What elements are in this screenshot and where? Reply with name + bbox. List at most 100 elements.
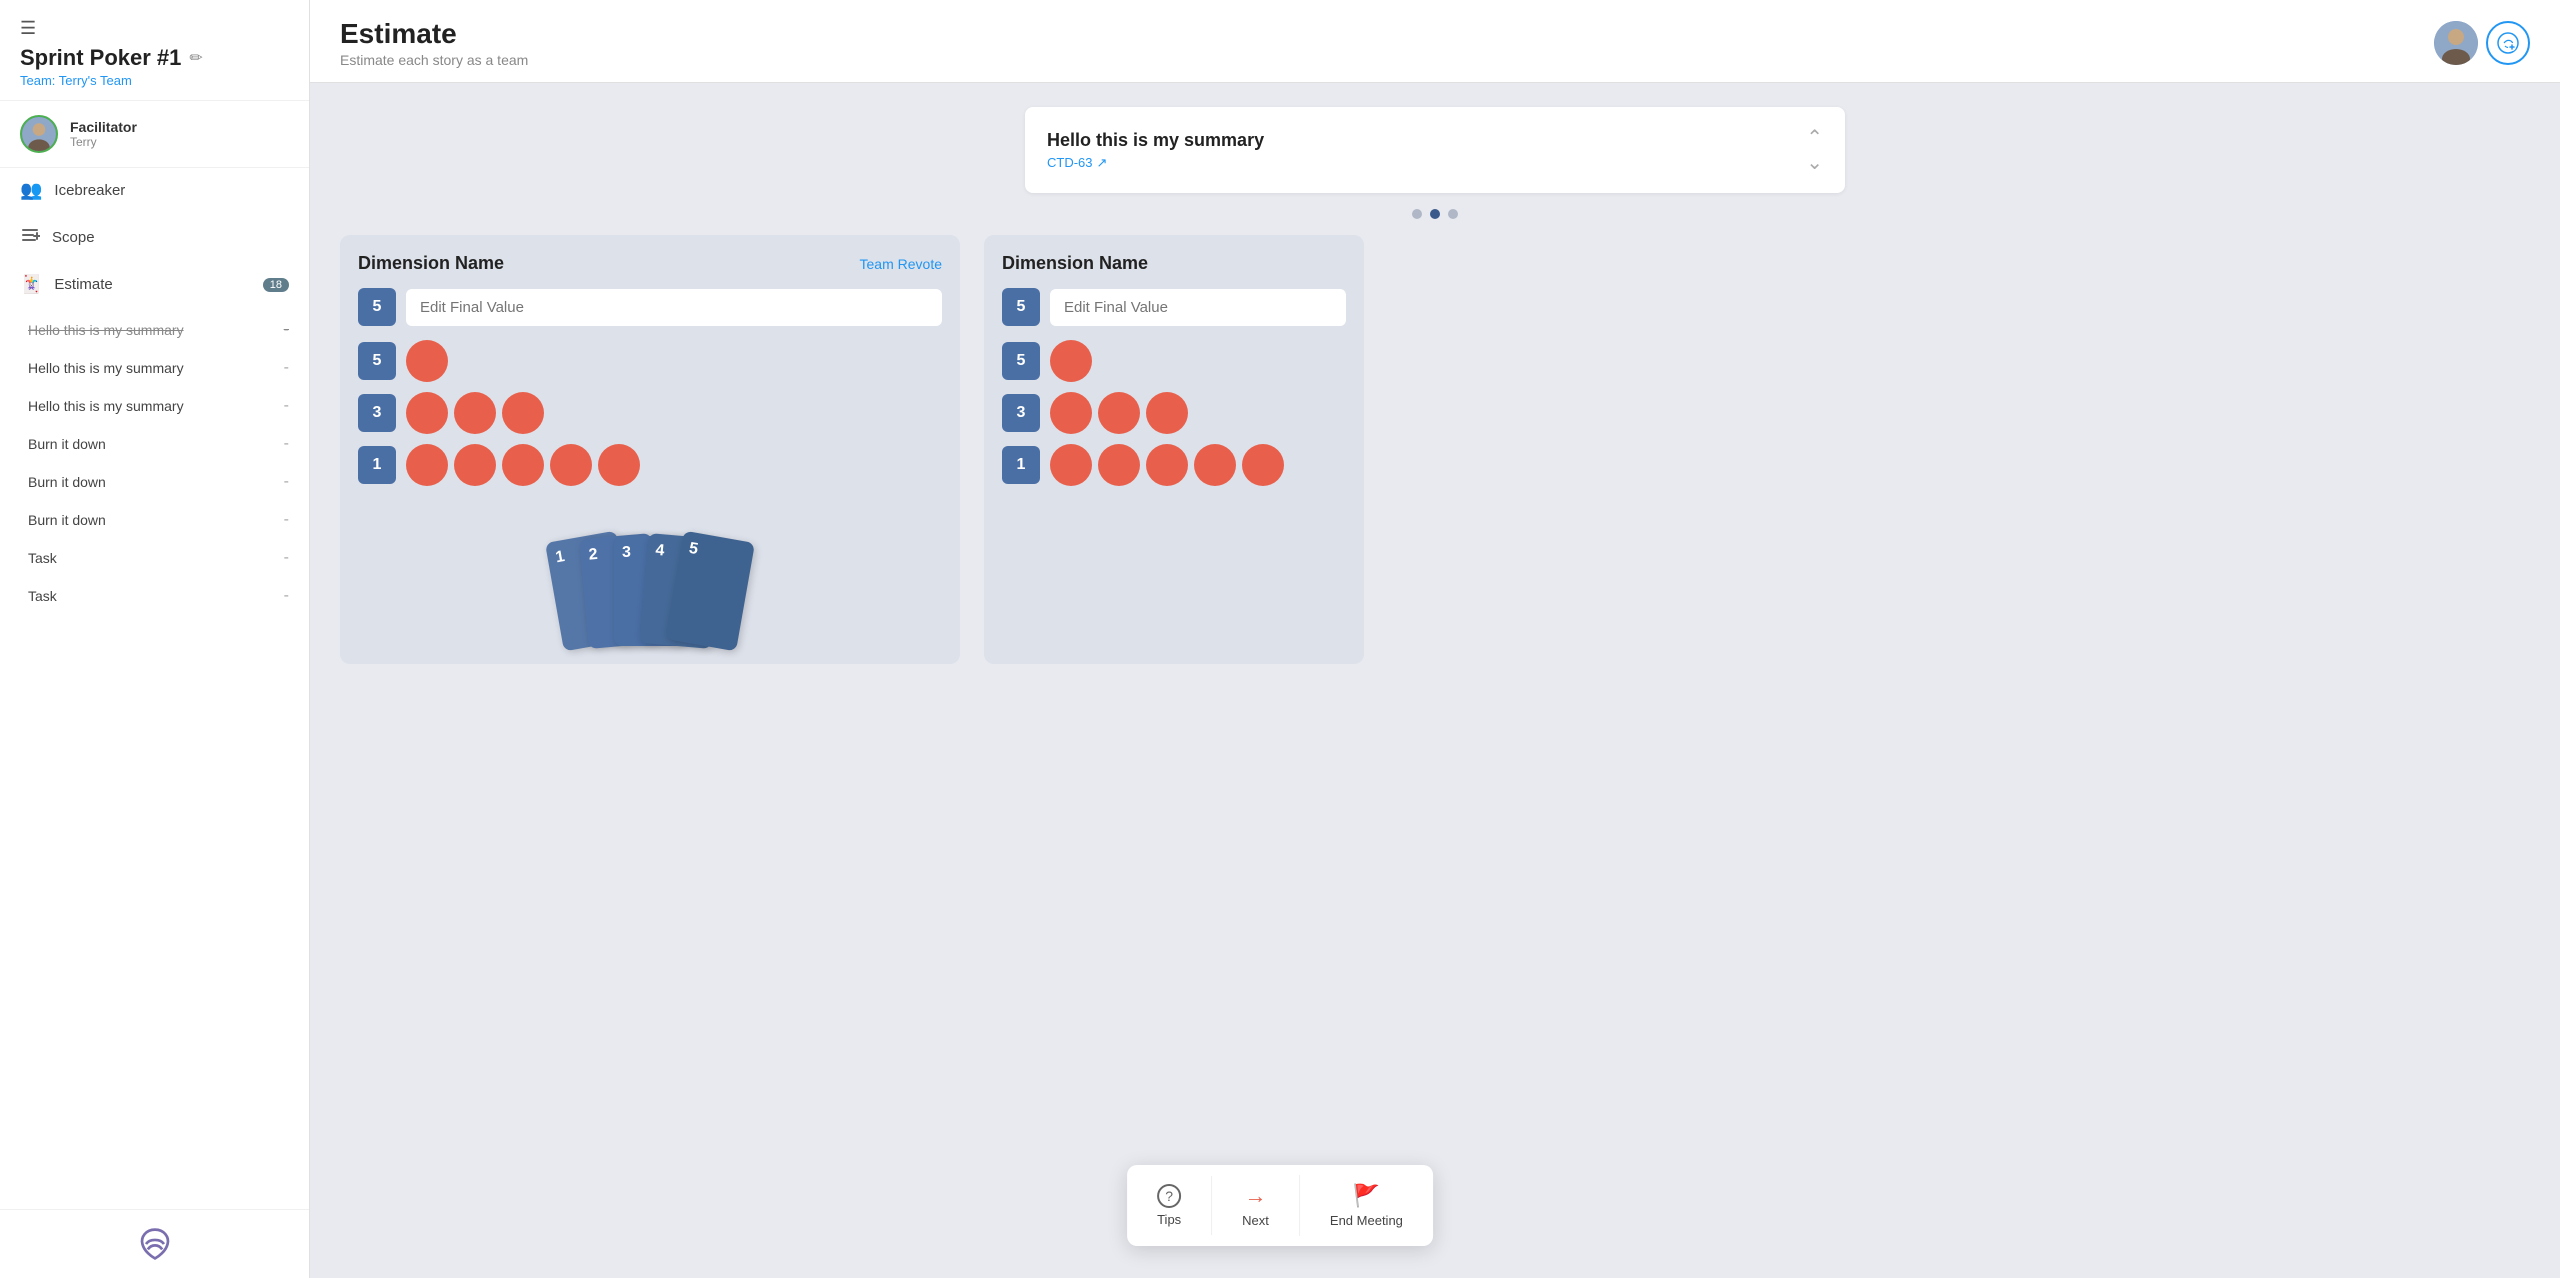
story-title: Hello this is my summary [1047, 130, 1264, 151]
sidebar-footer [0, 1209, 309, 1278]
page-title: Estimate [340, 18, 528, 50]
header-avatars [2434, 21, 2530, 65]
facilitator-label: Facilitator [70, 119, 137, 135]
bottom-toolbar: ? Tips → Next 🚩 End Meeting [1127, 1165, 1433, 1246]
vote-row: 5 [358, 340, 942, 382]
pagination-dots [340, 209, 2530, 219]
add-member-button[interactable] [2486, 21, 2530, 65]
vote-circles [406, 340, 448, 382]
score-badge: 3 [1002, 394, 1040, 432]
icebreaker-icon: 👥 [20, 180, 42, 201]
nav-scope[interactable]: Scope [0, 213, 309, 262]
main-header: Estimate Estimate each story as a team [310, 0, 2560, 83]
edit-icon[interactable]: ✏ [189, 48, 202, 68]
vote-circle [1146, 444, 1188, 486]
score-badge: 3 [358, 394, 396, 432]
nav-icebreaker-label: Icebreaker [54, 182, 125, 199]
vote-circle [1098, 444, 1140, 486]
vote-circle [598, 444, 640, 486]
vote-circle [406, 444, 448, 486]
list-item[interactable]: Task - [0, 539, 309, 577]
facilitator-row: Facilitator Terry [0, 101, 309, 168]
vote-circle [1050, 392, 1092, 434]
end-meeting-icon: 🚩 [1353, 1183, 1380, 1209]
final-value-input-1[interactable] [406, 289, 942, 326]
story-link[interactable]: CTD-63 ↗ [1047, 155, 1264, 171]
tips-button[interactable]: ? Tips [1127, 1176, 1212, 1235]
pagination-dot[interactable] [1448, 209, 1458, 219]
next-icon: → [1245, 1183, 1267, 1209]
dimension-card-1: Dimension Name Team Revote 5 5 [340, 235, 960, 664]
nav-scope-label: Scope [52, 229, 95, 246]
estimate-badge: 18 [263, 278, 289, 292]
list-item[interactable]: Burn it down - [0, 425, 309, 463]
vote-row: 1 [358, 444, 942, 486]
sidebar-header: ☰ Sprint Poker #1 ✏ Team: Terry's Team [0, 0, 309, 101]
vote-circle [1050, 340, 1092, 382]
user-avatar [2434, 21, 2478, 65]
vote-row: 1 [1002, 444, 1346, 486]
tips-icon: ? [1157, 1184, 1181, 1208]
list-item[interactable]: Hello this is my summary - [0, 387, 309, 425]
next-label: Next [1242, 1213, 1269, 1228]
score-badge-final-2: 5 [1002, 288, 1040, 326]
story-card: Hello this is my summary CTD-63 ↗ ⌃⌄ [1025, 107, 1845, 193]
vote-circle [502, 392, 544, 434]
dimension-name-2: Dimension Name [1002, 253, 1148, 274]
nav-estimate-label: Estimate [54, 276, 112, 293]
pagination-dot-active[interactable] [1430, 209, 1440, 219]
pagination-dot[interactable] [1412, 209, 1422, 219]
next-button[interactable]: → Next [1212, 1175, 1300, 1236]
vote-circles [1050, 340, 1092, 382]
vote-circle [1050, 444, 1092, 486]
story-expand-icon[interactable]: ⌃⌄ [1806, 125, 1823, 175]
estimate-icon: 🃏 [20, 274, 42, 295]
end-meeting-button[interactable]: 🚩 End Meeting [1300, 1175, 1433, 1236]
final-value-row-1: 5 [358, 288, 942, 326]
final-value-input-2[interactable] [1050, 289, 1346, 326]
vote-circle [406, 340, 448, 382]
dimension-card-2: Dimension Name 5 5 3 [984, 235, 1364, 664]
menu-icon[interactable]: ☰ [20, 18, 289, 39]
team-revote-button-1[interactable]: Team Revote [860, 256, 942, 272]
facilitator-info: Facilitator Terry [70, 119, 137, 149]
vote-circle [406, 392, 448, 434]
vote-row: 3 [1002, 392, 1346, 434]
vote-circle [550, 444, 592, 486]
vote-row: 3 [358, 392, 942, 434]
page-subtitle: Estimate each story as a team [340, 52, 528, 68]
vote-circle [1194, 444, 1236, 486]
facilitator-avatar [20, 115, 58, 153]
vote-circle [1146, 392, 1188, 434]
scope-icon [20, 225, 40, 250]
end-meeting-label: End Meeting [1330, 1213, 1403, 1228]
list-item[interactable]: Burn it down - [0, 463, 309, 501]
vote-circle [502, 444, 544, 486]
list-item[interactable]: Task - [0, 577, 309, 615]
final-value-row-2: 5 [1002, 288, 1346, 326]
sidebar-list: Hello this is my summary - Hello this is… [0, 307, 309, 1209]
vote-circles [1050, 444, 1284, 486]
list-item[interactable]: Burn it down - [0, 501, 309, 539]
nav-estimate[interactable]: 🃏 Estimate 18 [0, 262, 309, 307]
dimensions-row: Dimension Name Team Revote 5 5 [340, 235, 2530, 664]
nav-icebreaker[interactable]: 👥 Icebreaker [0, 168, 309, 213]
parabol-logo-icon [137, 1226, 173, 1262]
vote-circle [1242, 444, 1284, 486]
vote-row: 5 [1002, 340, 1346, 382]
tips-label: Tips [1157, 1212, 1181, 1227]
list-item[interactable]: Hello this is my summary - [0, 349, 309, 387]
vote-circles [406, 392, 544, 434]
score-badge: 1 [358, 446, 396, 484]
sidebar-team: Team: Terry's Team [20, 73, 289, 88]
vote-circles [406, 444, 640, 486]
sidebar: ☰ Sprint Poker #1 ✏ Team: Terry's Team F… [0, 0, 310, 1278]
main: Estimate Estimate each story as a team [310, 0, 2560, 1278]
vote-circle [454, 444, 496, 486]
vote-circle [1098, 392, 1140, 434]
score-badge: 5 [358, 342, 396, 380]
list-item[interactable]: Hello this is my summary - [0, 311, 309, 349]
main-body: Hello this is my summary CTD-63 ↗ ⌃⌄ Dim… [310, 83, 2560, 1278]
dimension-name-1: Dimension Name [358, 253, 504, 274]
vote-circles [1050, 392, 1188, 434]
